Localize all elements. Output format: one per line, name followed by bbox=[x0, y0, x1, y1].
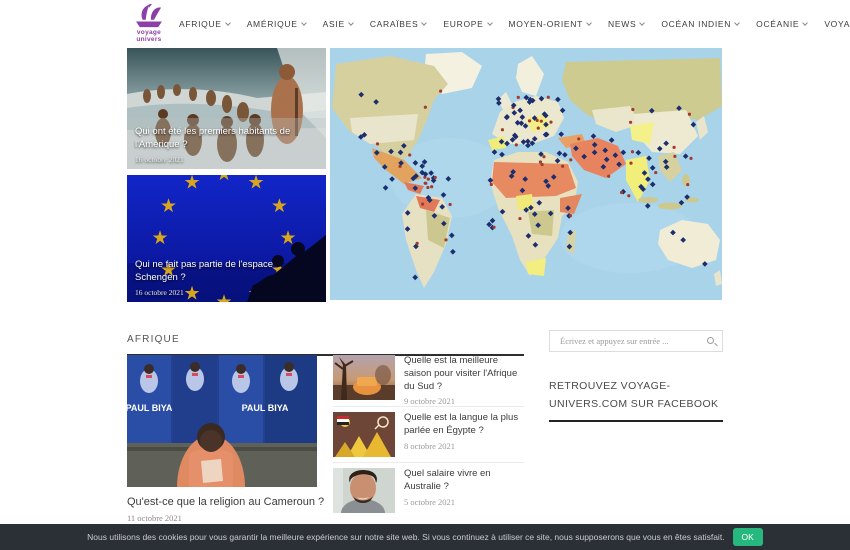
svg-text:PAUL BIYA: PAUL BIYA bbox=[127, 403, 173, 413]
list-title[interactable]: Quelle est la meilleure saison pour visi… bbox=[404, 355, 524, 393]
svg-text:★: ★ bbox=[271, 196, 288, 217]
article-image-cameroun[interactable]: PAUL BIYA PAUL BIYA bbox=[127, 355, 317, 487]
nav-item-moyen-orient[interactable]: MOYEN-ORIENT bbox=[509, 19, 592, 29]
list-item-australie[interactable]: Quel salaire vivre en Australie ? 5 octo… bbox=[333, 468, 524, 514]
chevron-down-icon bbox=[734, 20, 740, 26]
list-date: 8 octobre 2021 bbox=[404, 441, 524, 451]
featured-card-premiers-habitants[interactable]: Qui ont été les premiers habitants de l'… bbox=[127, 48, 326, 169]
thumbnail-egypte-image[interactable] bbox=[333, 412, 395, 457]
list-title[interactable]: Quelle est la langue la plus parlée en É… bbox=[404, 412, 524, 438]
search-box bbox=[549, 330, 723, 352]
chevron-down-icon bbox=[301, 20, 307, 26]
chevron-down-icon bbox=[586, 20, 592, 26]
search-icon[interactable] bbox=[707, 337, 714, 344]
nav-item-voyage[interactable]: VOYAGE bbox=[824, 19, 850, 29]
boat-logo-icon bbox=[126, 4, 172, 28]
thumbnail-safari-image[interactable] bbox=[333, 355, 395, 400]
svg-text:PAUL BIYA: PAUL BIYA bbox=[242, 403, 289, 413]
featured-title[interactable]: Qui ne fait pas partie de l'espace Schen… bbox=[135, 259, 318, 285]
nav-item-amerique[interactable]: AMÉRIQUE bbox=[247, 19, 306, 29]
cookie-banner: Nous utilisons des cookies pour vous gar… bbox=[0, 524, 850, 550]
list-date: 9 octobre 2021 bbox=[404, 396, 524, 406]
svg-text:★: ★ bbox=[183, 175, 200, 194]
world-map-image bbox=[330, 48, 722, 300]
list-item-egypte[interactable]: Quelle est la langue la plus parlée en É… bbox=[333, 412, 524, 458]
nav-item-europe[interactable]: EUROPE bbox=[443, 19, 491, 29]
nav-item-oceanie[interactable]: OCÉANIE bbox=[756, 19, 807, 29]
world-map-embed[interactable] bbox=[330, 48, 722, 300]
facebook-heading: RETROUVEZ VOYAGE-UNIVERS.COM SUR FACEBOO… bbox=[549, 376, 723, 422]
featured-card-schengen[interactable]: ★★★★★★★★★★★★ Qui ne fait pas partie de l… bbox=[127, 175, 326, 302]
list-date: 5 octobre 2021 bbox=[404, 497, 524, 507]
main-nav: AFRIQUE AMÉRIQUE ASIE CARAÏBES EUROPE MO… bbox=[179, 0, 850, 47]
list-title[interactable]: Quel salaire vivre en Australie ? bbox=[404, 468, 524, 494]
chevron-down-icon bbox=[802, 20, 808, 26]
thumbnail-australie-image[interactable] bbox=[333, 468, 395, 513]
chevron-down-icon bbox=[487, 20, 493, 26]
featured-title[interactable]: Qui ont été les premiers habitants de l'… bbox=[135, 126, 318, 152]
nav-item-asie[interactable]: ASIE bbox=[323, 19, 353, 29]
svg-text:★: ★ bbox=[151, 228, 168, 249]
nav-item-news[interactable]: NEWS bbox=[608, 19, 644, 29]
nav-item-ocean-indien[interactable]: OCÉAN INDIEN bbox=[661, 19, 739, 29]
cookie-ok-button[interactable]: OK bbox=[733, 528, 763, 546]
header: voyage univers AFRIQUE AMÉRIQUE ASIE CAR… bbox=[0, 0, 850, 47]
list-separator bbox=[333, 406, 524, 407]
afrique-section-heading: AFRIQUE bbox=[127, 329, 524, 356]
search-input[interactable] bbox=[550, 331, 722, 351]
chevron-down-icon bbox=[348, 20, 354, 26]
featured-date: 16 octobre 2021 bbox=[135, 288, 318, 297]
article-date-cameroun: 11 octobre 2021 bbox=[127, 513, 182, 523]
svg-text:★: ★ bbox=[247, 175, 264, 194]
list-item-afrique-du-sud[interactable]: Quelle est la meilleure saison pour visi… bbox=[333, 355, 524, 401]
chevron-down-icon bbox=[640, 20, 646, 26]
list-separator bbox=[333, 462, 524, 463]
svg-text:★: ★ bbox=[215, 175, 232, 185]
chevron-down-icon bbox=[225, 20, 231, 26]
cookie-message: Nous utilisons des cookies pour vous gar… bbox=[87, 532, 724, 542]
chevron-down-icon bbox=[422, 20, 428, 26]
nav-item-afrique[interactable]: AFRIQUE bbox=[179, 19, 230, 29]
nav-item-caraibes[interactable]: CARAÏBES bbox=[370, 19, 427, 29]
logo-text: voyage univers bbox=[126, 29, 172, 43]
site-logo[interactable]: voyage univers bbox=[126, 4, 172, 43]
svg-text:★: ★ bbox=[160, 196, 177, 217]
featured-date: 16 octobre 2021 bbox=[135, 155, 318, 164]
